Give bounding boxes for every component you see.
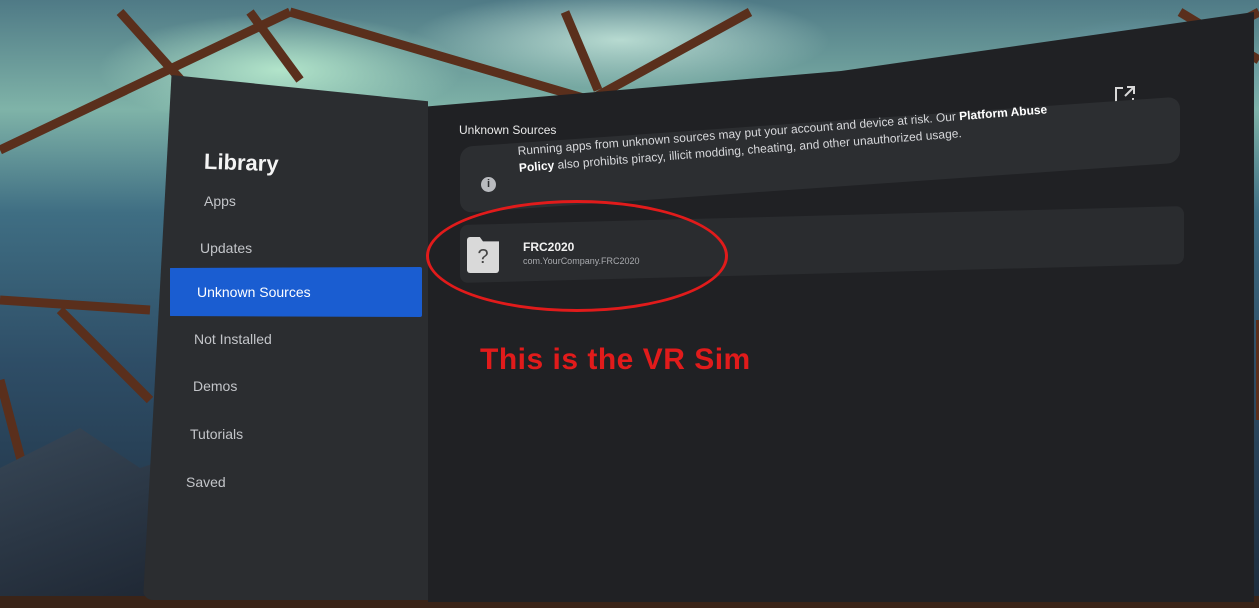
sidebar-item-tutorials[interactable]: Tutorials — [190, 426, 243, 442]
sidebar-item-saved[interactable]: Saved — [186, 474, 226, 490]
sidebar-title: Library — [203, 148, 280, 177]
annotation-circle — [426, 200, 728, 312]
annotation-text: This is the VR Sim — [480, 343, 751, 376]
sidebar-item-unknown-sources[interactable]: Unknown Sources — [170, 267, 422, 317]
sidebar-item-demos[interactable]: Demos — [193, 378, 237, 394]
sidebar-item-apps[interactable]: Apps — [204, 193, 236, 209]
sidebar-item-not-installed[interactable]: Not Installed — [194, 331, 272, 347]
sidebar — [143, 75, 428, 600]
sidebar-item-updates[interactable]: Updates — [200, 240, 252, 256]
section-title: Unknown Sources — [459, 123, 557, 137]
info-icon: i — [481, 177, 496, 192]
